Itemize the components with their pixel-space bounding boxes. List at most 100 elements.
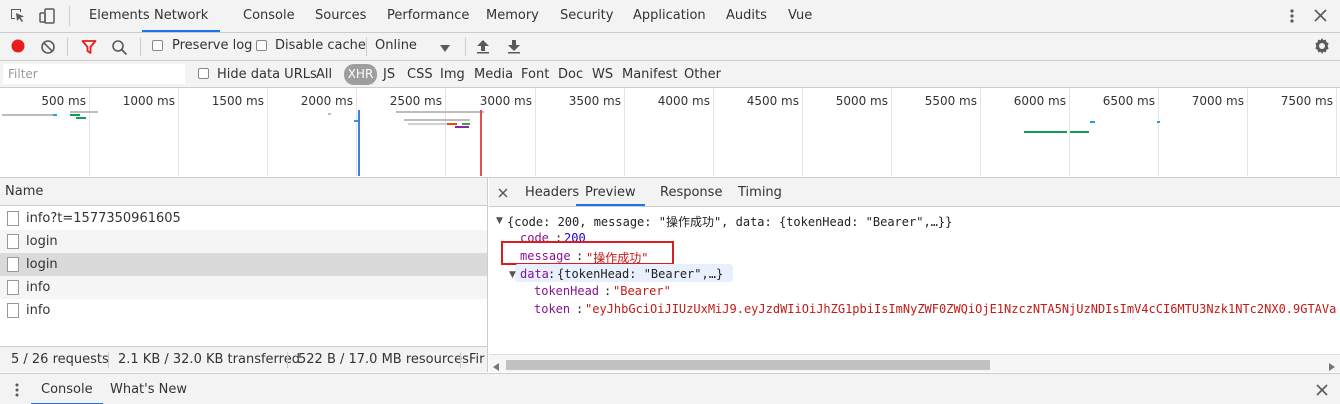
preserve-log-label[interactable]: Preserve log (172, 33, 252, 60)
request-row[interactable]: info (0, 276, 487, 299)
requests-panel: Name info?t=1577350961605 login login info i… (0, 178, 488, 372)
document-icon (7, 303, 19, 318)
timeline-overview[interactable]: 500 ms 1000 ms 1500 ms 2000 ms 2500 ms 3000 m… (0, 88, 1340, 178)
json-data-key[interactable]: data (520, 267, 549, 281)
status-resources: 522 B / 17.0 MB resources (298, 352, 469, 367)
timeline-gridline (535, 88, 536, 176)
filter-type-all[interactable]: All (316, 61, 332, 87)
settings-gear-icon[interactable] (1313, 37, 1331, 58)
filter-type-font[interactable]: Font (521, 61, 549, 87)
scroll-right-arrow-icon[interactable] (1329, 360, 1335, 374)
overview-bar (447, 123, 457, 125)
timeline-gridline (267, 88, 268, 176)
timeline-gridline (1336, 88, 1337, 176)
preserve-log-checkbox[interactable] (152, 40, 163, 51)
tab-elements[interactable]: Elements (89, 0, 150, 32)
filter-type-media[interactable]: Media (474, 61, 513, 87)
status-transferred: 2.1 KB / 32.0 KB transferred (118, 352, 300, 367)
filter-type-img[interactable]: Img (440, 61, 465, 87)
overview-bar (76, 117, 86, 119)
filter-input[interactable] (3, 64, 185, 84)
timeline-gridline (980, 88, 981, 176)
close-detail-icon[interactable] (498, 187, 508, 201)
network-toolbar: Preserve log Disable cache Online (0, 33, 1340, 61)
json-tokenhead-value: "Bearer" (613, 284, 671, 298)
overview-bar (1157, 121, 1160, 123)
inspect-element-icon[interactable] (9, 7, 27, 28)
scrollbar-thumb[interactable] (506, 360, 990, 370)
dropdown-arrow-icon[interactable] (440, 42, 450, 56)
tab-application[interactable]: Application (633, 0, 706, 32)
hide-data-urls-label[interactable]: Hide data URLs (217, 61, 317, 87)
drawer-tab-console[interactable]: Console (31, 374, 103, 404)
timeline-tick-label: 5500 ms (924, 94, 977, 108)
tab-sources[interactable]: Sources (315, 0, 366, 32)
devtools-tab-bar: Elements Network Console Sources Perform… (0, 0, 1340, 33)
request-row[interactable]: login (0, 230, 487, 253)
overview-bar (2, 114, 56, 116)
tab-timing[interactable]: Timing (738, 178, 782, 206)
dom-content-loaded-line (358, 110, 360, 176)
timeline-tick-label: 4000 ms (657, 94, 710, 108)
request-row[interactable]: login (0, 253, 487, 276)
tab-security[interactable]: Security (560, 0, 613, 32)
filter-icon[interactable] (81, 39, 97, 58)
tab-preview[interactable]: Preview (576, 178, 645, 206)
scroll-left-arrow-icon[interactable] (493, 360, 499, 374)
load-event-line (480, 110, 482, 176)
filter-type-doc[interactable]: Doc (558, 61, 583, 87)
request-row[interactable]: info (0, 299, 487, 322)
request-name: info (26, 280, 51, 295)
close-devtools-icon[interactable] (1314, 9, 1327, 25)
tab-response[interactable]: Response (660, 178, 722, 206)
tab-console[interactable]: Console (243, 0, 295, 32)
expand-triangle-icon[interactable]: ▼ (509, 270, 516, 280)
overview-bar (53, 114, 57, 116)
overview-bar (1090, 121, 1095, 123)
filter-type-manifest[interactable]: Manifest (622, 61, 677, 87)
filter-type-xhr[interactable]: XHR (344, 64, 377, 85)
request-row[interactable]: info?t=1577350961605 (0, 207, 487, 230)
timeline-gridline (802, 88, 803, 176)
tab-network[interactable]: Network (142, 0, 221, 32)
request-name: login (26, 234, 58, 249)
filter-type-css[interactable]: CSS (407, 61, 433, 87)
export-har-icon[interactable] (507, 38, 521, 57)
drawer-tab-whats-new[interactable]: What's New (110, 374, 187, 404)
horizontal-scrollbar[interactable] (489, 354, 1340, 372)
json-data-summary[interactable]: {tokenHead: "Bearer",…} (557, 267, 723, 281)
import-har-icon[interactable] (476, 38, 490, 57)
name-column-header[interactable]: Name (0, 178, 487, 206)
timeline-gridline (1247, 88, 1248, 176)
overview-bar (70, 111, 98, 113)
timeline-gridline (89, 88, 90, 176)
clear-icon[interactable] (40, 39, 56, 58)
json-message-key: message (520, 249, 571, 263)
close-drawer-icon[interactable] (1316, 384, 1328, 399)
tab-vue[interactable]: Vue (788, 0, 812, 32)
drawer-menu-icon[interactable] (13, 382, 21, 401)
expand-triangle-icon[interactable]: ▼ (496, 216, 503, 226)
json-token-value: "eyJhbGciOiJIUzUxMiJ9.eyJzdWIiOiJhZG1pbi… (585, 302, 1337, 316)
tab-performance[interactable]: Performance (387, 0, 469, 32)
filter-type-js[interactable]: JS (383, 61, 395, 87)
throttle-select[interactable]: Online (375, 33, 417, 60)
more-options-icon[interactable] (1285, 8, 1299, 27)
search-icon[interactable] (111, 39, 128, 59)
disable-cache-label[interactable]: Disable cache (275, 33, 366, 60)
timeline-gridline (178, 88, 179, 176)
device-toolbar-icon[interactable] (38, 7, 56, 28)
timeline-tick-label: 500 ms (41, 94, 86, 108)
tab-headers[interactable]: Headers (525, 178, 579, 206)
timeline-gridline (713, 88, 714, 176)
tab-memory[interactable]: Memory (486, 0, 539, 32)
filter-type-ws[interactable]: WS (592, 61, 613, 87)
disable-cache-checkbox[interactable] (256, 40, 267, 51)
hide-data-urls-checkbox[interactable] (198, 68, 209, 79)
tab-audits[interactable]: Audits (726, 0, 767, 32)
json-token-key: token (534, 302, 571, 316)
record-icon[interactable] (10, 38, 26, 57)
overview-bar (455, 126, 469, 128)
filter-type-other[interactable]: Other (684, 61, 721, 87)
timeline-tick-label: 6500 ms (1102, 94, 1155, 108)
